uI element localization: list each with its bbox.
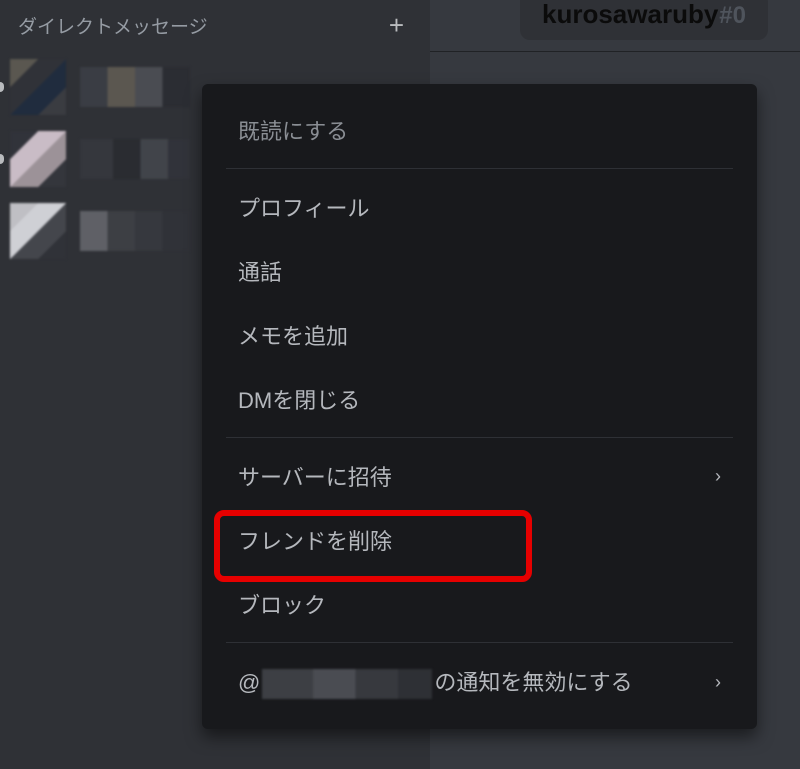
menu-item-label: フレンドを削除 — [238, 524, 392, 556]
menu-close-dm[interactable]: DMを閉じる — [212, 367, 747, 431]
chevron-right-icon: › — [715, 672, 721, 693]
menu-item-label: DMを閉じる — [238, 383, 360, 415]
mention-username-redacted — [262, 669, 432, 699]
dm-header-title: ダイレクトメッセージ — [18, 12, 361, 39]
menu-invite-server[interactable]: サーバーに招待 › — [212, 444, 747, 508]
menu-block[interactable]: ブロック — [212, 572, 747, 636]
mention-suffix: の通知を無効にする — [434, 670, 632, 695]
dm-username-redacted — [80, 139, 190, 179]
menu-item-label: @ の通知を無効にする — [238, 665, 633, 699]
menu-item-label: ブロック — [238, 588, 326, 620]
unread-indicator — [0, 82, 4, 92]
menu-mute-notifications[interactable]: @ の通知を無効にする › — [212, 649, 747, 715]
chevron-right-icon: › — [715, 466, 721, 487]
avatar — [10, 203, 66, 259]
mention-prefix: @ — [238, 670, 260, 695]
user-tag-chip[interactable]: kurosawaruby #0 — [520, 0, 768, 40]
user-context-menu: 既読にする プロフィール 通話 メモを追加 DMを閉じる サーバーに招待 › フ… — [202, 84, 757, 729]
dm-username-redacted — [80, 211, 190, 251]
menu-add-note[interactable]: メモを追加 — [212, 303, 747, 367]
menu-item-label: メモを追加 — [238, 319, 348, 351]
menu-remove-friend[interactable]: フレンドを削除 — [212, 508, 747, 572]
avatar — [10, 131, 66, 187]
menu-item-label: 通話 — [238, 255, 282, 287]
dm-username-redacted — [80, 67, 190, 107]
create-dm-icon[interactable]: + — [381, 10, 412, 41]
dm-header: ダイレクトメッセージ + — [0, 0, 430, 50]
menu-mark-read[interactable]: 既読にする — [212, 98, 747, 162]
unread-indicator — [0, 154, 4, 164]
menu-profile[interactable]: プロフィール — [212, 175, 747, 239]
menu-call[interactable]: 通話 — [212, 239, 747, 303]
menu-separator — [226, 642, 733, 643]
menu-item-label: 既読にする — [238, 114, 348, 146]
menu-item-label: サーバーに招待 — [238, 460, 392, 492]
discriminator-label: #0 — [719, 2, 746, 30]
avatar — [10, 59, 66, 115]
menu-separator — [226, 437, 733, 438]
menu-separator — [226, 168, 733, 169]
menu-item-label: プロフィール — [238, 191, 370, 223]
username-label: kurosawaruby — [542, 0, 718, 30]
